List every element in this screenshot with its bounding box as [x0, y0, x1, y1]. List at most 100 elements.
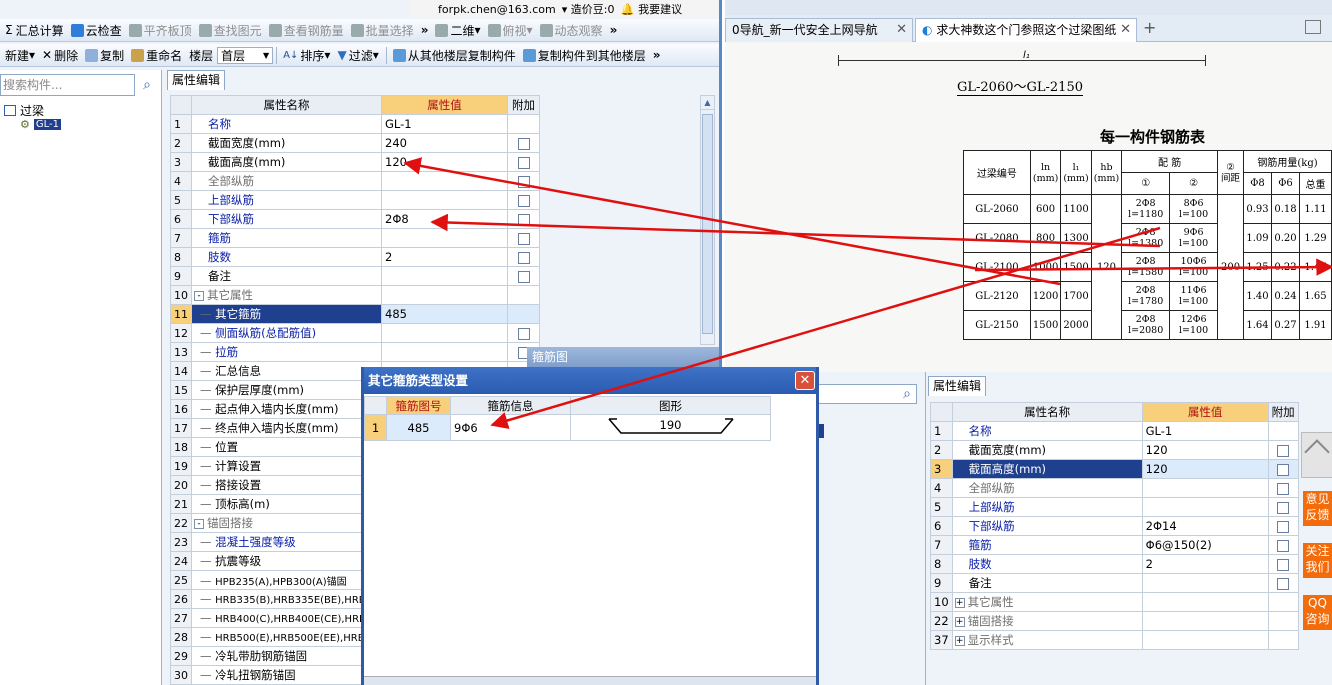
property-name[interactable]: — 汇总信息 [191, 361, 382, 381]
property-value[interactable] [381, 342, 508, 362]
property-name[interactable]: — 终点伸入墙内长度(mm) [191, 418, 382, 438]
rename-button[interactable]: 重命名 [128, 45, 185, 66]
cloud-check-button[interactable]: 云检查 [68, 20, 125, 41]
collapse-icon[interactable]: - [194, 518, 204, 529]
property-name[interactable]: — 搭接设置 [191, 475, 382, 495]
table-row[interactable]: 9 备注 [930, 573, 1299, 593]
dynamic-view-button[interactable]: 动态观察 [537, 20, 606, 41]
extra-cell[interactable] [507, 190, 540, 210]
extra-cell[interactable] [507, 133, 540, 153]
scroll-top-button[interactable] [1301, 432, 1332, 478]
property-name[interactable]: — HRB500(E),HRB500E(EE),HRBF [191, 627, 382, 647]
checkbox[interactable] [517, 156, 530, 169]
property-name[interactable]: 箍筋 [191, 228, 382, 248]
view-rebar-button[interactable]: 查看钢筋量 [266, 20, 347, 41]
extra-cell[interactable] [1267, 478, 1299, 498]
checkbox[interactable] [517, 137, 530, 150]
table-row[interactable]: 1 名称 GL-1 [170, 114, 540, 134]
new-button[interactable]: 新建 ▾ [2, 45, 38, 66]
toolbar-overflow[interactable]: » [650, 45, 664, 66]
checkbox[interactable] [517, 327, 530, 340]
property-name[interactable]: 全部纵筋 [191, 171, 382, 191]
property-value[interactable] [1141, 497, 1269, 517]
extra-cell[interactable] [1267, 440, 1299, 460]
table-row[interactable]: 22 + 锚固搭接 [930, 611, 1299, 631]
property-value[interactable] [1141, 592, 1269, 612]
checkbox[interactable] [1277, 558, 1290, 571]
stirrup-shape-cell[interactable]: 190 [570, 414, 771, 441]
table-row[interactable]: 1 485 9Φ6 190 [364, 414, 771, 441]
property-name[interactable]: 肢数 [951, 554, 1143, 574]
tab-question[interactable]: ◐ 求大神数这个门参照这个过梁图纸 ✕ [915, 18, 1137, 42]
property-name[interactable]: 全部纵筋 [951, 478, 1143, 498]
property-name[interactable]: 备注 [191, 266, 382, 286]
property-name[interactable]: — 位置 [191, 437, 382, 457]
view-2d-select[interactable]: 二维 ▾ [432, 20, 483, 41]
checkbox[interactable] [1277, 577, 1290, 590]
property-value[interactable] [381, 228, 508, 248]
floor-select[interactable]: 首层 ▼ [217, 46, 274, 64]
tab-list-icon[interactable] [1305, 20, 1321, 34]
checkbox[interactable] [1277, 520, 1290, 533]
property-name[interactable]: + 其它属性 [951, 592, 1143, 612]
toolbar-overflow[interactable]: » [418, 20, 432, 41]
copy-to-floor-button[interactable]: 复制构件到其他楼层 [520, 45, 649, 66]
property-name[interactable]: 截面宽度(mm) [191, 133, 382, 153]
property-name[interactable]: 上部纵筋 [951, 497, 1143, 517]
table-row[interactable]: 2 截面宽度(mm) 240 [170, 133, 540, 153]
property-value[interactable]: 120 [1141, 440, 1269, 460]
feedback-button[interactable]: 意见反馈 [1303, 491, 1332, 526]
table-row[interactable]: 6 下部纵筋 2Φ14 [930, 516, 1299, 536]
property-name[interactable]: 箍筋 [951, 535, 1143, 555]
tab-property-edit[interactable]: 属性编辑 [167, 70, 226, 90]
property-name[interactable]: — 冷轧扭钢筋锚固 [191, 665, 382, 685]
checkbox[interactable] [517, 270, 530, 283]
property-name[interactable]: 截面高度(mm) [191, 152, 382, 172]
checkbox[interactable] [1277, 539, 1290, 552]
table-row[interactable]: 10- 其它属性 [170, 285, 540, 305]
table-row[interactable]: 5 上部纵筋 [930, 497, 1299, 517]
toolbar-overflow[interactable]: » [607, 20, 621, 41]
property-name[interactable]: 截面高度(mm) [951, 459, 1143, 479]
search-input[interactable]: 搜索构件... [0, 74, 135, 96]
table-row[interactable]: 5 上部纵筋 [170, 190, 540, 210]
tab-navigation[interactable]: 0导航_新一代安全上网导航 ✕ [725, 18, 913, 42]
property-value[interactable] [381, 323, 508, 343]
property-name[interactable]: — 保护层厚度(mm) [191, 380, 382, 400]
property-name[interactable]: 下部纵筋 [191, 209, 382, 229]
property-value[interactable]: 2Φ14 [1141, 516, 1269, 536]
property-name[interactable]: 上部纵筋 [191, 190, 382, 210]
property-value[interactable]: 2Φ8 [381, 209, 508, 229]
property-name[interactable]: - 锚固搭接 [191, 513, 382, 533]
table-row[interactable]: 7 箍筋 Φ6@150(2) [930, 535, 1299, 555]
table-row[interactable]: 9 备注 [170, 266, 540, 286]
property-value[interactable] [381, 285, 508, 305]
table-row[interactable]: 2 截面宽度(mm) 120 [930, 440, 1299, 460]
property-name[interactable]: + 锚固搭接 [951, 611, 1143, 631]
collapse-icon[interactable]: - [194, 290, 204, 301]
delete-button[interactable]: ✕ 删除 [39, 45, 81, 66]
property-value[interactable]: Φ6@150(2) [1141, 535, 1269, 555]
sort-button[interactable]: A↓ 排序 ▾ [280, 45, 333, 66]
checkbox[interactable] [1277, 482, 1290, 495]
property-name[interactable]: + 显示样式 [951, 630, 1143, 650]
property-value[interactable]: 120 [1141, 459, 1269, 479]
table-row[interactable]: 37 + 显示样式 [930, 630, 1299, 650]
property-value[interactable] [1141, 611, 1269, 631]
table-row[interactable]: 10 + 其它属性 [930, 592, 1299, 612]
checkbox[interactable] [517, 232, 530, 245]
filter-button[interactable]: ▼ 过滤 ▾ [334, 45, 381, 66]
property-name[interactable]: — HRB400(C),HRB400E(CE),HRBF [191, 608, 382, 628]
checkbox[interactable] [1277, 444, 1290, 457]
property-value[interactable] [1141, 630, 1269, 650]
property-name[interactable]: 截面宽度(mm) [951, 440, 1143, 460]
new-tab-button[interactable]: + [1143, 18, 1156, 37]
property-name[interactable]: — HRB335(B),HRB335E(BE),HRBF [191, 589, 382, 609]
close-button[interactable]: ✕ [795, 371, 815, 390]
search-icon[interactable]: ⌕ [897, 384, 917, 404]
tab-property-edit[interactable]: 属性编辑 [928, 376, 987, 396]
extra-cell[interactable] [507, 171, 540, 191]
property-value[interactable] [381, 190, 508, 210]
property-name[interactable]: — 计算设置 [191, 456, 382, 476]
property-name[interactable]: 名称 [191, 114, 382, 134]
